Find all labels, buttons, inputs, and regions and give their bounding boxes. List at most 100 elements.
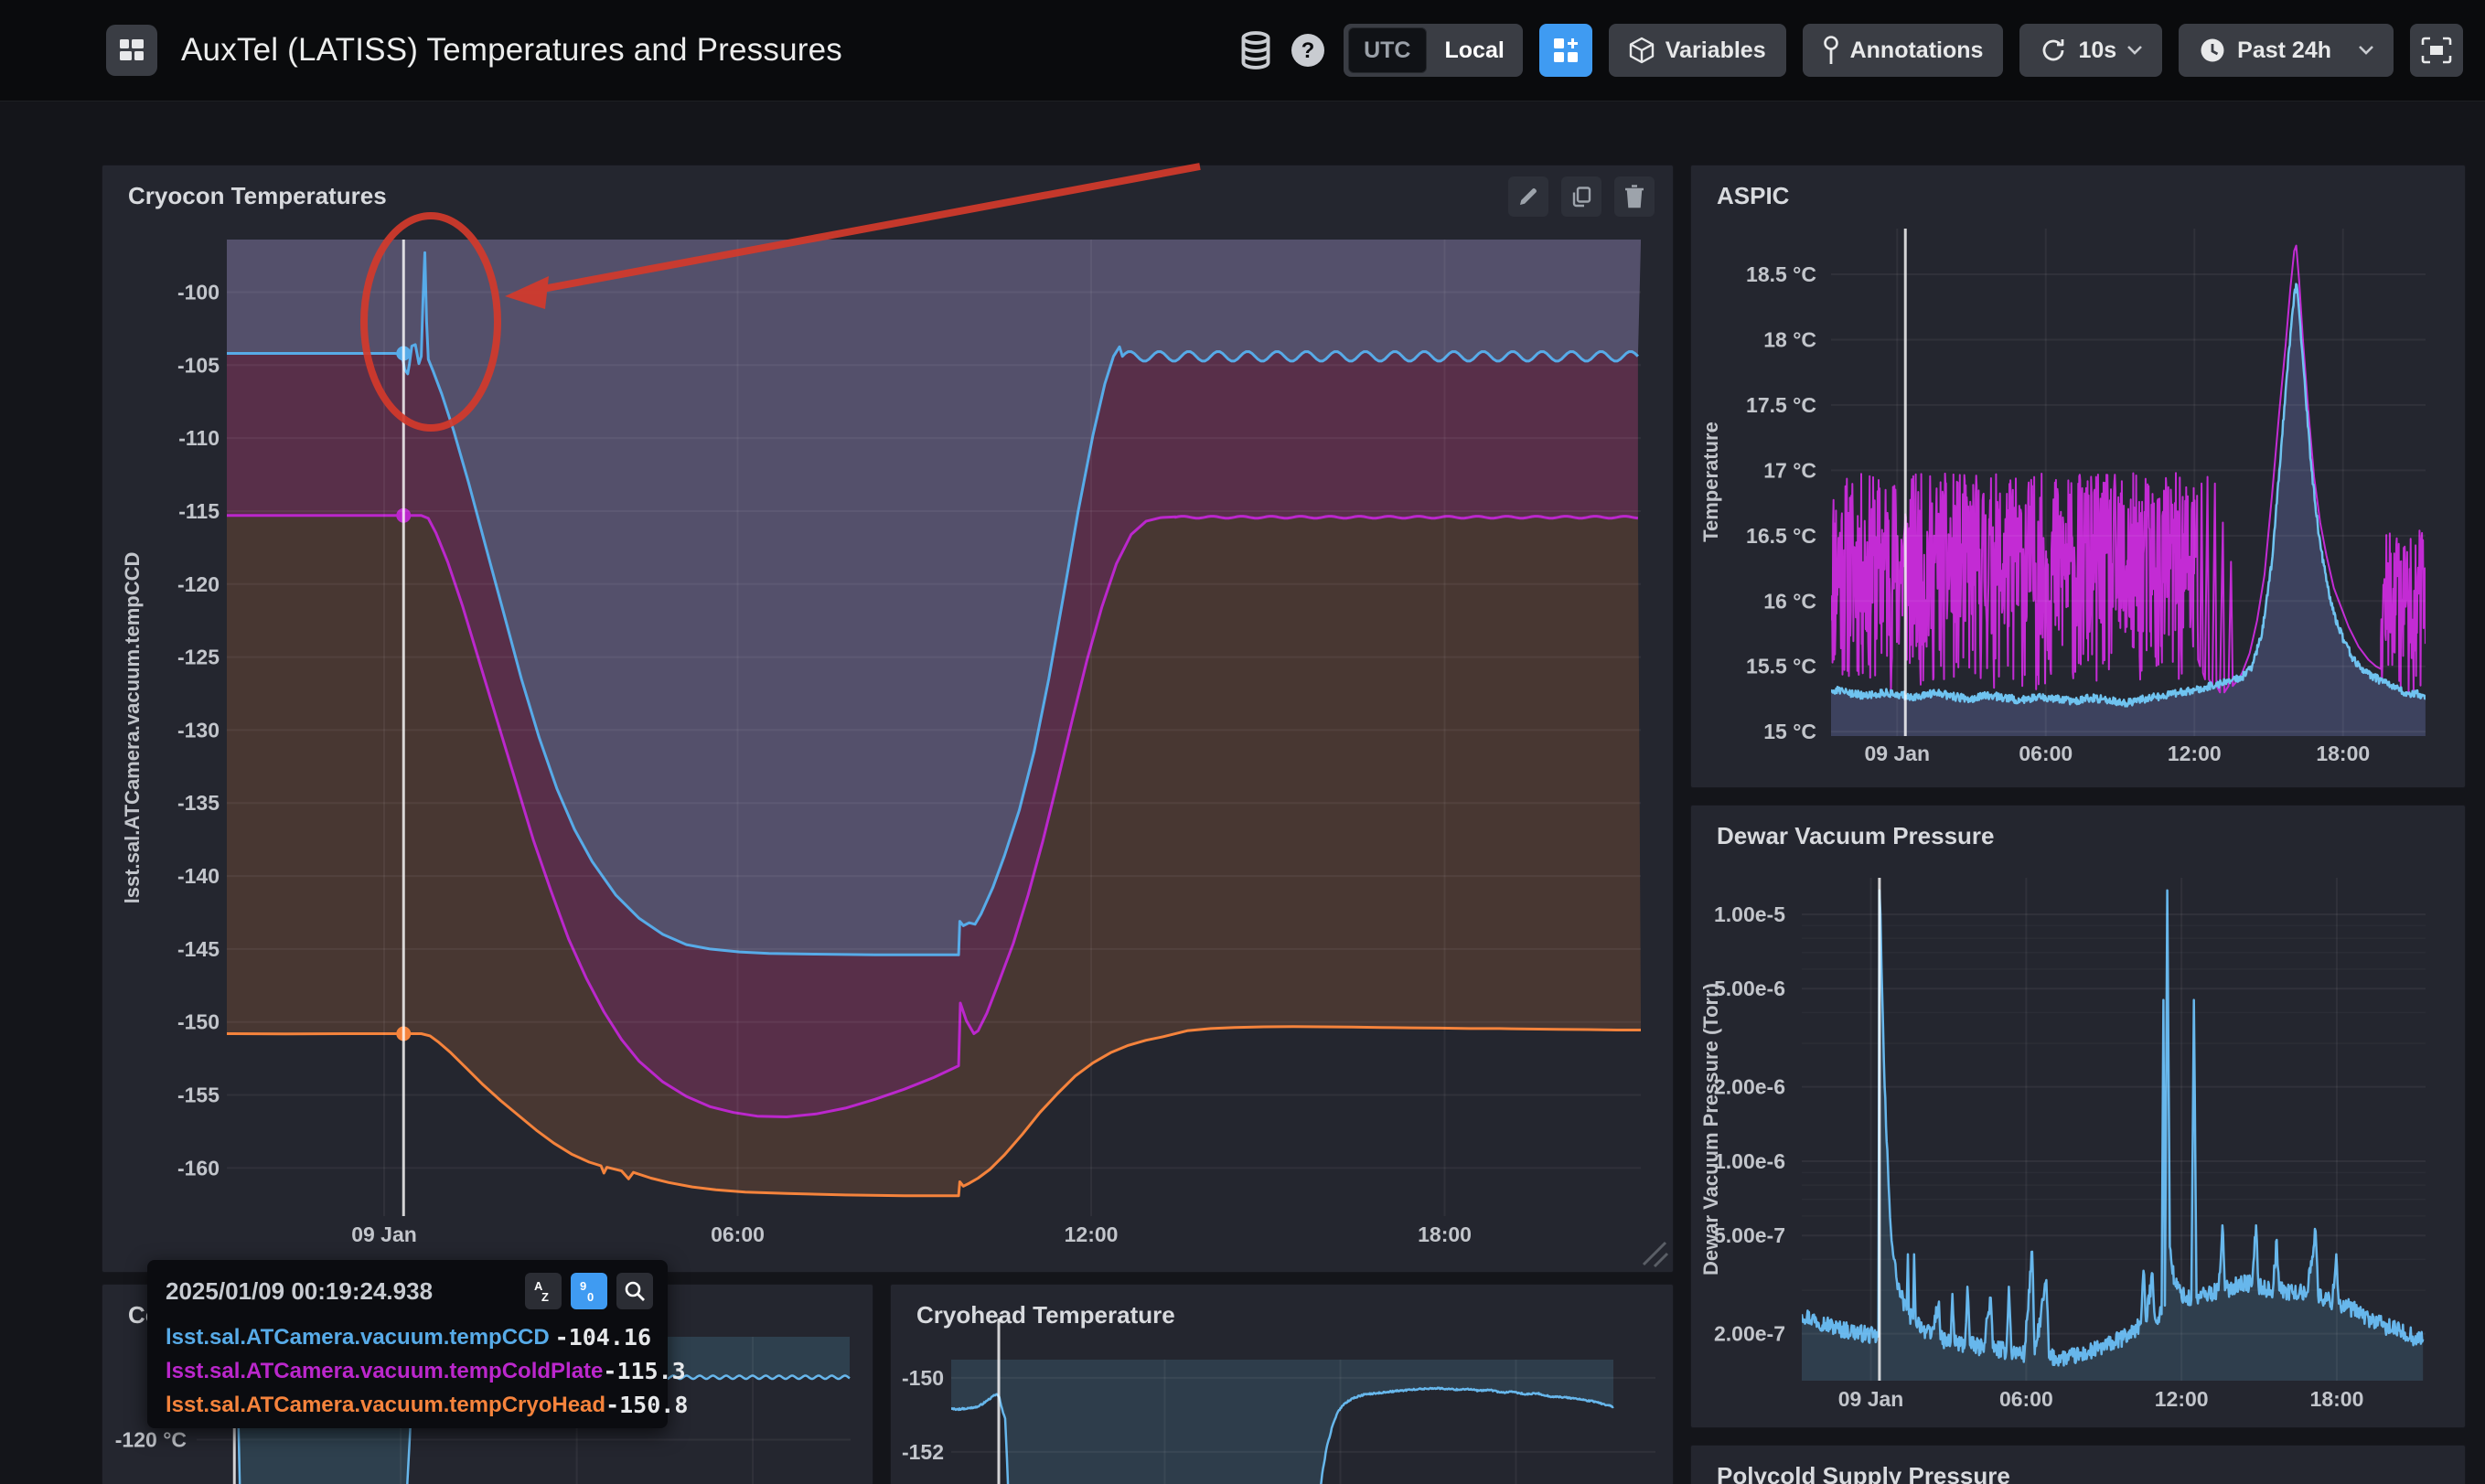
y-axis-title: Dewar Vacuum Pressure (Torr) bbox=[1699, 983, 1722, 1276]
y-axis-labels: 1.00e-5 5.00e-6 2.00e-6 1.00e-6 5.00e-7 2.00e… bbox=[1714, 902, 1785, 1346]
aspic-chart[interactable]: 18.5 °C 18 °C 17.5 °C 17 °C 16.5 °C 16 °C 15.5… bbox=[1690, 165, 2464, 786]
dewar-chart[interactable]: 1.00e-5 5.00e-6 2.00e-6 1.00e-6 5.00e-7 2.00e… bbox=[1690, 805, 2464, 1426]
svg-text:-150: -150 bbox=[177, 1010, 220, 1034]
svg-text:-145: -145 bbox=[177, 937, 220, 961]
svg-text:12:00: 12:00 bbox=[2155, 1387, 2209, 1411]
add-panel-icon bbox=[1551, 36, 1580, 65]
x-axis-labels: 09 Jan 06:00 12:00 18:00 bbox=[1838, 1387, 2364, 1411]
svg-text:-130: -130 bbox=[177, 718, 220, 742]
svg-text:1.00e-6: 1.00e-6 bbox=[1714, 1149, 1785, 1173]
aspic-plot-area bbox=[1831, 246, 2426, 736]
datasource-icon[interactable] bbox=[1239, 31, 1272, 69]
y-axis-labels: -120 °C bbox=[115, 1428, 187, 1452]
svg-text:12:00: 12:00 bbox=[1065, 1222, 1119, 1246]
time-range-button[interactable]: Past 24h bbox=[2179, 24, 2394, 77]
top-nav: AuxTel (LATISS) Temperatures and Pressur… bbox=[0, 0, 2485, 101]
svg-text:06:00: 06:00 bbox=[711, 1222, 765, 1246]
chevron-down-icon bbox=[2127, 46, 2142, 55]
svg-text:18 °C: 18 °C bbox=[1763, 327, 1816, 351]
sort-alpha-button[interactable]: AZ bbox=[525, 1273, 562, 1309]
y-axis-title: lsst.sal.ATCamera.vacuum.tempCCD bbox=[121, 552, 144, 904]
svg-text:-140: -140 bbox=[177, 864, 220, 888]
svg-text:0: 0 bbox=[587, 1290, 594, 1303]
svg-text:-105: -105 bbox=[177, 353, 220, 377]
annotations-button[interactable]: Annotations bbox=[1803, 24, 2004, 77]
svg-text:17 °C: 17 °C bbox=[1763, 458, 1816, 482]
svg-text:18:00: 18:00 bbox=[2310, 1387, 2364, 1411]
timezone-toggle: UTC Local bbox=[1344, 24, 1523, 77]
svg-text:06:00: 06:00 bbox=[2019, 742, 2073, 765]
search-icon bbox=[624, 1280, 646, 1302]
page-title: AuxTel (LATISS) Temperatures and Pressur… bbox=[181, 32, 842, 69]
svg-text:-152: -152 bbox=[902, 1440, 944, 1464]
time-range-label: Past 24h bbox=[2237, 37, 2331, 64]
svg-text:-135: -135 bbox=[177, 791, 220, 815]
svg-text:-120: -120 bbox=[177, 572, 220, 596]
svg-text:09 Jan: 09 Jan bbox=[1838, 1387, 1904, 1411]
help-icon[interactable]: ? bbox=[1289, 31, 1327, 69]
svg-text:06:00: 06:00 bbox=[1999, 1387, 2053, 1411]
svg-text:-160: -160 bbox=[177, 1156, 220, 1180]
x-axis-labels: 09 Jan 06:00 12:00 18:00 bbox=[351, 1222, 1472, 1246]
svg-text:2.00e-6: 2.00e-6 bbox=[1714, 1075, 1785, 1099]
refresh-interval-button[interactable]: 10s bbox=[2019, 24, 2162, 77]
svg-text:?: ? bbox=[1301, 38, 1315, 63]
svg-text:9: 9 bbox=[580, 1279, 586, 1293]
chevron-down-icon bbox=[2359, 46, 2373, 55]
cryohead-chart[interactable]: -150-152lsst.sal.ATCamera.vacuum.tempCry… bbox=[890, 1284, 1672, 1484]
dashboards-grid-button[interactable] bbox=[106, 25, 157, 76]
svg-text:5.00e-6: 5.00e-6 bbox=[1714, 977, 1785, 1000]
svg-text:Z: Z bbox=[541, 1290, 549, 1303]
svg-text:17.5 °C: 17.5 °C bbox=[1746, 393, 1816, 417]
svg-text:-110: -110 bbox=[178, 426, 220, 450]
sort-numeric-button[interactable]: 90 bbox=[571, 1273, 607, 1309]
svg-text:16.5 °C: 16.5 °C bbox=[1746, 524, 1816, 548]
search-series-button[interactable] bbox=[616, 1273, 653, 1309]
svg-text:12:00: 12:00 bbox=[2168, 742, 2222, 765]
svg-text:-150: -150 bbox=[902, 1366, 944, 1390]
cube-icon bbox=[1629, 37, 1655, 64]
svg-text:-125: -125 bbox=[177, 646, 220, 669]
tooltip-row: lsst.sal.ATCamera.vacuum.tempColdPlate -… bbox=[166, 1354, 651, 1388]
svg-text:09 Jan: 09 Jan bbox=[351, 1222, 417, 1246]
svg-text:-100: -100 bbox=[177, 280, 220, 304]
svg-text:18:00: 18:00 bbox=[1418, 1222, 1472, 1246]
dashboard-screen: AuxTel (LATISS) Temperatures and Pressur… bbox=[0, 0, 2485, 1484]
svg-text:15 °C: 15 °C bbox=[1763, 720, 1816, 743]
tv-mode-button[interactable] bbox=[2410, 24, 2463, 77]
cryocon-chart[interactable]: -100 -105 -110 -115 -120 -125 -130 -135 -140 -145… bbox=[102, 165, 1672, 1271]
timezone-local[interactable]: Local bbox=[1427, 37, 1523, 64]
chart-tooltip: 2025/01/09 00:19:24.938 AZ 90 lsst.sal.A… bbox=[147, 1260, 668, 1428]
y-axis-labels: 18.5 °C 18 °C 17.5 °C 17 °C 16.5 °C 16 °C 15.5… bbox=[1746, 262, 1816, 743]
fullscreen-icon bbox=[2421, 37, 2452, 64]
dewar-plot-area bbox=[1802, 891, 2423, 1381]
clock-icon bbox=[2199, 37, 2226, 64]
svg-text:16 °C: 16 °C bbox=[1763, 589, 1816, 613]
svg-text:-115: -115 bbox=[178, 499, 220, 523]
svg-text:-120 °C: -120 °C bbox=[115, 1428, 187, 1452]
variables-label: Variables bbox=[1666, 37, 1766, 64]
y-axis-labels: -150 -152 bbox=[902, 1366, 944, 1464]
timezone-utc[interactable]: UTC bbox=[1348, 27, 1426, 73]
svg-text:-155: -155 bbox=[177, 1084, 220, 1107]
cryocon-plot-area bbox=[227, 240, 1641, 1196]
variables-button[interactable]: Variables bbox=[1609, 24, 1786, 77]
refresh-icon bbox=[2040, 37, 2067, 64]
tooltip-timestamp: 2025/01/09 00:19:24.938 bbox=[166, 1277, 516, 1306]
svg-text:1.00e-5: 1.00e-5 bbox=[1714, 902, 1785, 926]
svg-text:09 Jan: 09 Jan bbox=[1864, 742, 1930, 765]
x-axis-labels: 09 Jan 06:00 12:00 18:00 bbox=[1864, 742, 2370, 765]
svg-text:5.00e-7: 5.00e-7 bbox=[1714, 1223, 1785, 1247]
svg-text:2.00e-7: 2.00e-7 bbox=[1714, 1322, 1785, 1346]
svg-text:15.5 °C: 15.5 °C bbox=[1746, 655, 1816, 678]
y-axis-title: Temperature bbox=[1699, 422, 1722, 542]
panel-polycold-supply-pressure: Polycold Supply Pressure bbox=[1690, 1445, 2466, 1484]
annotations-label: Annotations bbox=[1850, 37, 1984, 64]
add-panel-button[interactable] bbox=[1539, 24, 1592, 77]
tooltip-row: lsst.sal.ATCamera.vacuum.tempCCD -104.16 bbox=[166, 1320, 651, 1354]
grid-icon bbox=[118, 37, 145, 64]
svg-text:18:00: 18:00 bbox=[2316, 742, 2370, 765]
refresh-interval-label: 10s bbox=[2078, 37, 2116, 64]
tooltip-row: lsst.sal.ATCamera.vacuum.tempCryoHead -1… bbox=[166, 1388, 651, 1422]
svg-text:18.5 °C: 18.5 °C bbox=[1746, 262, 1816, 286]
